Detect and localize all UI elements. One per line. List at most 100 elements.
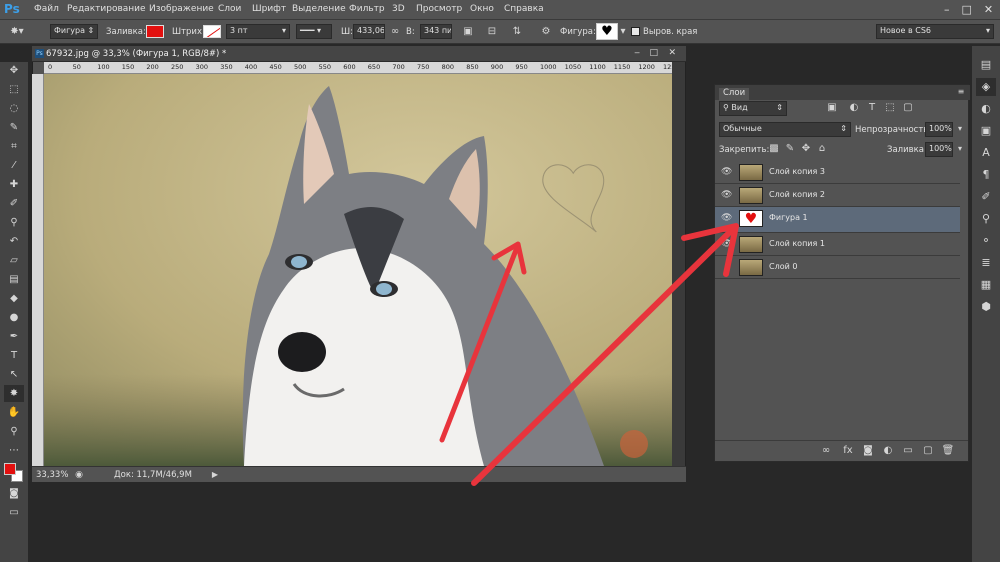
- visibility-eye-icon[interactable]: 👁: [721, 239, 732, 249]
- close-button[interactable]: ✕: [984, 3, 993, 17]
- menu-view[interactable]: Просмотр: [416, 4, 462, 14]
- opacity-field[interactable]: 100%: [925, 122, 953, 137]
- path-operations-icon[interactable]: ▣: [462, 26, 474, 38]
- layers-tab[interactable]: Слои: [719, 88, 750, 100]
- lasso-tool-icon[interactable]: ◌: [4, 100, 24, 117]
- menu-help[interactable]: Справка: [504, 4, 544, 14]
- more-tools-icon[interactable]: ⋯: [4, 442, 24, 459]
- document-canvas[interactable]: [44, 74, 672, 466]
- layers-panel-icon[interactable]: ◈: [976, 78, 996, 96]
- link-icon[interactable]: ∞: [388, 26, 402, 38]
- hand-tool-icon[interactable]: ✋: [4, 404, 24, 421]
- blur-tool-icon[interactable]: ◆: [4, 290, 24, 307]
- eraser-tool-icon[interactable]: ▱: [4, 252, 24, 269]
- 3d-panel-icon[interactable]: ⬢: [976, 298, 996, 316]
- gear-icon[interactable]: ⚙: [539, 26, 553, 38]
- properties-panel-icon[interactable]: ▦: [976, 276, 996, 294]
- dodge-tool-icon[interactable]: ●: [4, 309, 24, 326]
- tool-mode-select[interactable]: Фигура ⇕: [50, 24, 98, 39]
- minimize-doc-icon[interactable]: ‒: [634, 48, 640, 58]
- close-doc-icon[interactable]: ✕: [668, 48, 676, 58]
- menu-file[interactable]: Файл: [34, 4, 59, 14]
- zoom-level[interactable]: 33,33%: [36, 470, 68, 480]
- menu-select[interactable]: Выделение: [292, 4, 346, 14]
- align-edges-checkbox[interactable]: [631, 27, 640, 36]
- status-info-icon[interactable]: ◉: [74, 469, 84, 481]
- quick-mask-icon[interactable]: ◙: [4, 485, 24, 502]
- layer-filter-select[interactable]: ⚲ Вид ⇕: [719, 101, 787, 116]
- menu-window[interactable]: Окно: [470, 4, 494, 14]
- layer-row[interactable]: 👁 Слой копия 1: [715, 233, 960, 256]
- fill-dropdown-icon[interactable]: ▾: [955, 143, 965, 155]
- filter-type-icon[interactable]: T: [867, 102, 877, 114]
- healing-brush-tool-icon[interactable]: ✚: [4, 176, 24, 193]
- brush-tool-icon[interactable]: ✐: [4, 195, 24, 212]
- history-brush-tool-icon[interactable]: ↶: [4, 233, 24, 250]
- new-layer-icon[interactable]: ▢: [921, 445, 935, 457]
- gradient-tool-icon[interactable]: ▤: [4, 271, 24, 288]
- eyedropper-tool-icon[interactable]: ⁄: [4, 157, 24, 174]
- custom-shape-tool-icon[interactable]: ✸▾: [8, 26, 26, 38]
- clone-stamp-tool-icon[interactable]: ⚲: [4, 214, 24, 231]
- filter-smart-icon[interactable]: ▢: [903, 102, 913, 114]
- layer-style-icon[interactable]: fx: [841, 445, 855, 457]
- foreground-color-swatch[interactable]: [4, 463, 16, 475]
- adjustments-panel-icon[interactable]: ◐: [976, 100, 996, 118]
- trash-icon[interactable]: 🗑: [941, 445, 955, 457]
- path-arrangement-icon[interactable]: ⇅: [510, 26, 524, 38]
- filter-adjustment-icon[interactable]: ◐: [849, 102, 859, 114]
- vertical-scrollbar[interactable]: [672, 62, 685, 466]
- path-selection-tool-icon[interactable]: ↖: [4, 366, 24, 383]
- menu-3d[interactable]: 3D: [392, 4, 405, 14]
- new-group-icon[interactable]: ▭: [901, 445, 915, 457]
- width-field[interactable]: 433,06: [353, 24, 385, 39]
- pen-tool-icon[interactable]: ✒: [4, 328, 24, 345]
- shape-picker[interactable]: ♥: [596, 23, 618, 40]
- status-arrow-icon[interactable]: ▶: [210, 469, 220, 481]
- visibility-eye-icon[interactable]: 👁: [721, 190, 732, 200]
- menu-image[interactable]: Изображение: [149, 4, 214, 14]
- lock-image-icon[interactable]: ✎: [785, 143, 795, 155]
- layer-row[interactable]: 👁 Слой копия 2: [715, 184, 960, 207]
- paths-panel-icon[interactable]: ⚬: [976, 232, 996, 250]
- paragraph-panel-icon[interactable]: ¶: [976, 166, 996, 184]
- filter-pixel-icon[interactable]: ▣: [827, 102, 837, 114]
- styles-panel-icon[interactable]: ▣: [976, 122, 996, 140]
- layer-row[interactable]: 👁 Слой копия 3: [715, 161, 960, 184]
- menu-edit[interactable]: Редактирование: [67, 4, 146, 14]
- filter-shape-icon[interactable]: ⬚: [885, 102, 895, 114]
- blend-mode-select[interactable]: Обычные ⇕: [719, 122, 851, 137]
- menu-filter[interactable]: Фильтр: [349, 4, 385, 14]
- stroke-size-field[interactable]: 3 пт ▾: [226, 24, 290, 39]
- type-tool-icon[interactable]: T: [4, 347, 24, 364]
- fill-field[interactable]: 100%: [925, 142, 953, 157]
- custom-shape-tool-icon[interactable]: ✸: [4, 385, 24, 402]
- path-alignment-icon[interactable]: ⊟: [486, 26, 498, 38]
- zoom-tool-icon[interactable]: ⚲: [4, 423, 24, 440]
- visibility-eye-icon[interactable]: 👁: [721, 262, 731, 272]
- stroke-color-swatch[interactable]: [203, 25, 221, 38]
- stroke-type-select[interactable]: ━━━ ▾: [296, 24, 332, 39]
- visibility-eye-icon[interactable]: 👁: [721, 213, 732, 223]
- document-tab[interactable]: Ps 67932.jpg @ 33,3% (Фигура 1, RGB/8#) …: [32, 46, 686, 62]
- layer-row-selected[interactable]: 👁 ♥ Фигура 1: [715, 207, 960, 233]
- lock-position-icon[interactable]: ✥: [801, 143, 811, 155]
- lock-all-icon[interactable]: ⌂: [817, 143, 827, 155]
- history-panel-icon[interactable]: ▤: [976, 56, 996, 74]
- menu-layers[interactable]: Слои: [218, 4, 241, 14]
- adjustment-layer-icon[interactable]: ◐: [881, 445, 895, 457]
- brush-panel-icon[interactable]: ✐: [976, 188, 996, 206]
- visibility-eye-icon[interactable]: 👁: [721, 167, 732, 177]
- minimize-button[interactable]: –: [944, 3, 950, 17]
- panel-menu-icon[interactable]: ≡: [956, 86, 966, 98]
- screen-mode-icon[interactable]: ▭: [4, 504, 24, 521]
- layer-mask-icon[interactable]: ◙: [861, 445, 875, 457]
- clone-source-panel-icon[interactable]: ⚲: [976, 210, 996, 228]
- fill-color-swatch[interactable]: [146, 25, 164, 38]
- workspace-select[interactable]: Новое в CS6 ▾: [876, 24, 994, 39]
- quick-select-tool-icon[interactable]: ✎: [4, 119, 24, 136]
- menu-type[interactable]: Шрифт: [252, 4, 286, 14]
- maximize-doc-icon[interactable]: □: [649, 48, 658, 58]
- character-panel-icon[interactable]: A: [976, 144, 996, 162]
- link-layers-icon[interactable]: ∞: [819, 445, 833, 457]
